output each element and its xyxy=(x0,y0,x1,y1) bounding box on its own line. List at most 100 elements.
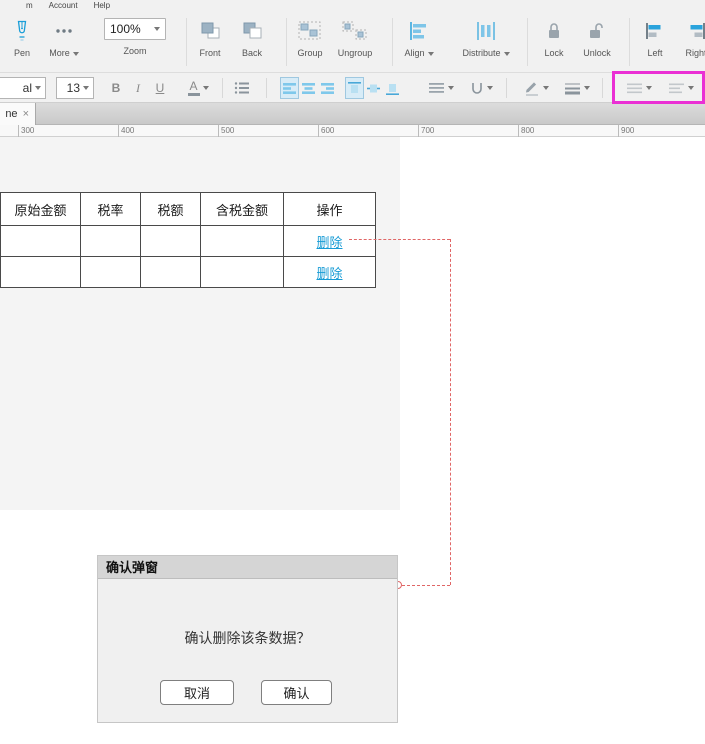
lock-label: Lock xyxy=(534,48,574,58)
bring-to-front-icon xyxy=(190,16,230,46)
delete-link[interactable]: 删除 xyxy=(316,232,342,251)
italic-button[interactable]: I xyxy=(128,77,148,99)
font-family-dropdown[interactable]: al xyxy=(0,77,46,99)
font-family-value: al xyxy=(23,81,32,95)
delete-link[interactable]: 删除 xyxy=(316,263,342,282)
bold-button[interactable]: B xyxy=(106,77,126,99)
pencil-icon xyxy=(524,81,540,96)
toolbar-separator xyxy=(602,78,603,98)
group-icon xyxy=(290,16,330,46)
tab-close-icon[interactable]: × xyxy=(23,108,29,120)
app-window: m Account Help Pen More xyxy=(0,0,705,744)
line-width-button[interactable] xyxy=(558,77,596,99)
align-text-bottom-icon xyxy=(386,82,400,95)
border-style-icon xyxy=(627,82,643,95)
align-right-edge-button[interactable]: Right xyxy=(676,16,705,58)
table-cell xyxy=(140,226,200,256)
align-left-edge-button[interactable]: Left xyxy=(635,16,675,58)
table-cell xyxy=(1,257,80,287)
zoom-dropdown[interactable]: 100% xyxy=(104,18,166,40)
bullet-list-icon xyxy=(234,81,250,95)
font-color-button[interactable]: A xyxy=(182,77,214,99)
table-cell xyxy=(200,257,283,287)
table-cell xyxy=(80,257,140,287)
border-style-dropdown[interactable] xyxy=(620,77,658,99)
unlock-button[interactable]: Unlock xyxy=(575,16,619,58)
front-button[interactable]: Front xyxy=(190,16,230,58)
column-header-actions: 操作 xyxy=(283,193,375,225)
align-text-center-button[interactable] xyxy=(299,77,318,99)
ungroup-button[interactable]: Ungroup xyxy=(332,16,378,58)
group-label: Group xyxy=(290,48,330,58)
confirm-button[interactable]: 确认 xyxy=(261,680,332,705)
pen-icon xyxy=(6,16,38,46)
chevron-down-icon xyxy=(428,52,434,56)
page-tab[interactable]: ne × xyxy=(0,103,36,125)
more-button[interactable]: More xyxy=(44,16,84,58)
chevron-down-icon xyxy=(646,86,652,90)
back-label: Back xyxy=(232,48,272,58)
zoom-control: 100% Zoom xyxy=(104,18,166,56)
table-cell-actions: 删除 xyxy=(283,257,375,287)
distribute-label: Distribute xyxy=(455,48,517,58)
align-text-center-icon xyxy=(302,82,316,95)
line-spacing-button[interactable] xyxy=(424,77,458,99)
align-text-left-icon xyxy=(283,82,297,95)
group-button[interactable]: Group xyxy=(290,16,330,58)
more-icon xyxy=(44,16,84,46)
align-text-middle-button[interactable] xyxy=(364,77,383,99)
table-cell xyxy=(140,257,200,287)
align-icon xyxy=(396,16,442,46)
text-transform-icon xyxy=(470,81,484,95)
bullet-list-button[interactable] xyxy=(230,77,254,99)
line-spacing-icon xyxy=(429,82,445,95)
underline-button[interactable]: U xyxy=(150,77,170,99)
back-button[interactable]: Back xyxy=(232,16,272,58)
menu-item-account[interactable]: Account xyxy=(49,1,78,10)
cancel-button[interactable]: 取消 xyxy=(160,680,234,705)
align-text-left-button[interactable] xyxy=(280,77,299,99)
align-button[interactable]: Align xyxy=(396,16,442,58)
font-size-dropdown[interactable]: 13 xyxy=(56,77,94,99)
distribute-icon xyxy=(455,16,517,46)
menu-bar: m Account Help xyxy=(0,0,705,10)
dialog-title-bar: 确认弹窗 xyxy=(98,556,397,579)
align-text-top-button[interactable] xyxy=(345,77,364,99)
unlock-label: Unlock xyxy=(575,48,619,58)
confirm-dialog-widget[interactable]: 确认弹窗 确认删除该条数据？ 取消 确认 xyxy=(97,555,398,723)
zoom-value: 100% xyxy=(110,22,141,36)
tax-table-widget[interactable]: 原始金额 税率 税额 含税金额 操作 删除 xyxy=(0,192,376,288)
chevron-down-icon xyxy=(35,86,41,90)
menu-item[interactable]: m xyxy=(26,1,33,10)
lock-button[interactable]: Lock xyxy=(534,16,574,58)
toolbar-separator xyxy=(186,18,187,66)
toolbar-separator xyxy=(266,78,267,98)
column-header-amount-with-tax: 含税金额 xyxy=(200,193,283,225)
connector-line-vertical xyxy=(450,239,451,585)
align-left-icon xyxy=(635,16,675,46)
distribute-button[interactable]: Distribute xyxy=(455,16,517,58)
table-cell xyxy=(200,226,283,256)
align-text-bottom-button[interactable] xyxy=(383,77,402,99)
line-color-button[interactable] xyxy=(518,77,554,99)
horizontal-ruler: 300 400 500 600 700 800 900 xyxy=(0,125,705,137)
align-text-middle-icon xyxy=(367,82,381,95)
toolbar-separator xyxy=(222,78,223,98)
text-transform-button[interactable] xyxy=(464,77,498,99)
front-label: Front xyxy=(190,48,230,58)
table-row: 删除 xyxy=(1,256,375,287)
chevron-down-icon xyxy=(83,86,89,90)
design-canvas[interactable]: 原始金额 税率 税额 含税金额 操作 删除 xyxy=(0,137,705,744)
dialog-message: 确认删除该条数据？ xyxy=(98,628,397,648)
right-label: Right xyxy=(676,48,705,58)
font-size-value: 13 xyxy=(67,81,80,95)
arrow-style-dropdown[interactable] xyxy=(662,77,700,99)
menu-item-help[interactable]: Help xyxy=(94,1,110,10)
chevron-down-icon xyxy=(487,86,493,90)
column-header-original-amount: 原始金额 xyxy=(1,193,80,225)
pen-button[interactable]: Pen xyxy=(6,16,38,58)
align-text-right-button[interactable] xyxy=(318,77,337,99)
more-label: More xyxy=(44,48,84,58)
align-right-icon xyxy=(676,16,705,46)
unlock-icon xyxy=(575,16,619,46)
